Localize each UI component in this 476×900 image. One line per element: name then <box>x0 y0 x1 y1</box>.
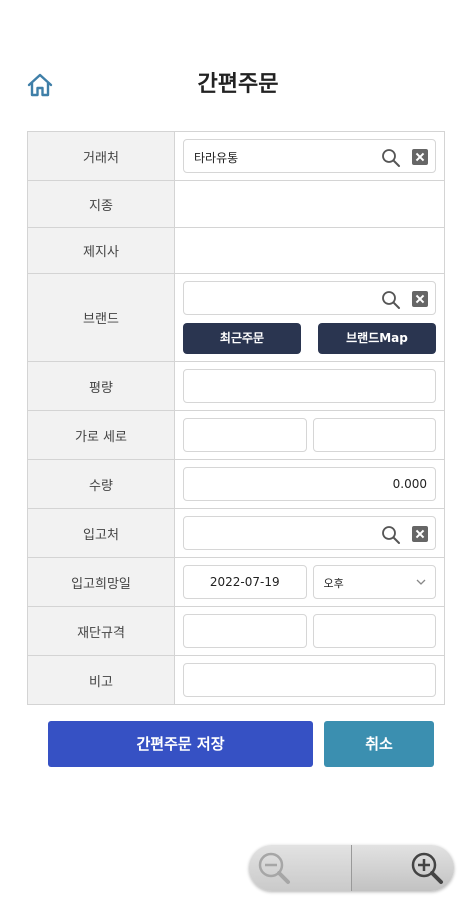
brand-label: 브랜드 <box>27 273 175 362</box>
manufacturer-label: 제지사 <box>27 227 175 274</box>
chevron-down-icon <box>416 579 426 585</box>
quantity-input[interactable]: 0.000 <box>183 467 436 501</box>
cut-spec-label: 재단규격 <box>27 606 175 656</box>
client-value: 타라유통 <box>194 151 239 165</box>
client-label: 거래처 <box>27 131 175 181</box>
search-icon[interactable] <box>381 525 401 545</box>
delivery-date-input[interactable]: 2022-07-19 <box>183 565 307 599</box>
clear-icon[interactable] <box>412 526 428 542</box>
note-input[interactable] <box>183 663 436 697</box>
note-label: 비고 <box>27 655 175 705</box>
branch-label: 지종 <box>27 180 175 228</box>
weight-input[interactable] <box>183 369 436 403</box>
zoom-control <box>249 845 454 891</box>
cut-width-input[interactable] <box>183 614 307 648</box>
zoom-in-button[interactable] <box>351 845 454 891</box>
zoom-out-icon <box>258 852 290 884</box>
brand-map-button[interactable]: 브랜드Map <box>318 323 436 354</box>
zoom-in-icon <box>411 852 443 884</box>
manufacturer-value <box>174 227 445 274</box>
order-form: 거래처 타라유통 지종 제지사 브랜드 최근주문 브랜드Map 평량 가로 세로… <box>27 131 445 705</box>
size-label: 가로 세로 <box>27 410 175 460</box>
delivery-place-field[interactable] <box>183 516 436 550</box>
clear-icon[interactable] <box>412 291 428 307</box>
delivery-date-label: 입고희망일 <box>27 557 175 607</box>
quantity-value: 0.000 <box>392 477 427 491</box>
search-icon[interactable] <box>381 148 401 168</box>
quantity-label: 수량 <box>27 459 175 509</box>
ampm-value: 오후 <box>323 577 344 590</box>
header: 간편주문 <box>0 0 476 120</box>
delivery-date-value: 2022-07-19 <box>209 575 280 589</box>
ampm-select[interactable]: 오후 <box>312 565 436 599</box>
cut-height-input[interactable] <box>312 614 436 648</box>
weight-label: 평량 <box>27 361 175 411</box>
cancel-button[interactable]: 취소 <box>324 721 434 767</box>
search-icon[interactable] <box>381 290 401 310</box>
delivery-place-label: 입고처 <box>27 508 175 558</box>
zoom-out-button[interactable] <box>249 845 351 891</box>
height-input[interactable] <box>312 418 436 452</box>
page-title: 간편주문 <box>197 72 279 97</box>
brand-field[interactable] <box>183 281 436 315</box>
client-field[interactable]: 타라유통 <box>183 139 436 173</box>
save-button[interactable]: 간편주문 저장 <box>48 721 313 767</box>
branch-value <box>174 180 445 228</box>
width-input[interactable] <box>183 418 307 452</box>
clear-icon[interactable] <box>412 149 428 165</box>
recent-order-button[interactable]: 최근주문 <box>183 323 301 354</box>
